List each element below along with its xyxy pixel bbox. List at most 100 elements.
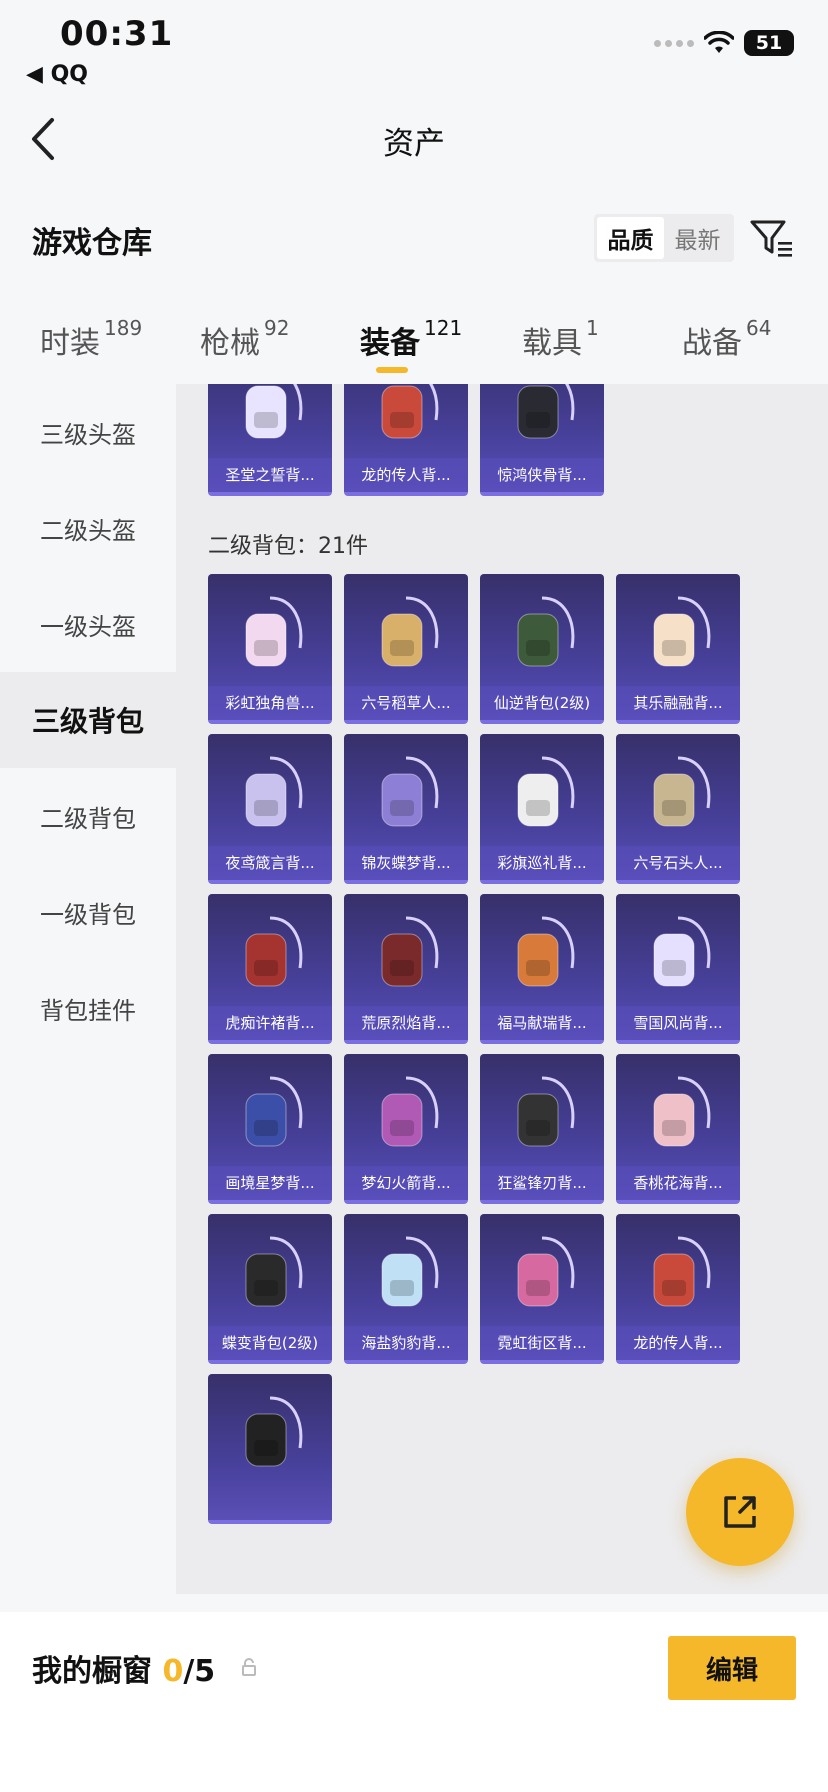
item-card[interactable]: 仙逆背包(2级) [480,574,604,724]
navbar: 资产 [0,100,828,180]
tab-label: 战备 [682,326,742,361]
item-card[interactable]: 其乐融融背... [616,574,740,724]
backpack-icon [381,1076,439,1147]
item-card[interactable]: 圣堂之誓背... [208,384,332,496]
tab-fashion[interactable]: 时装 189 [40,316,143,362]
tab-count: 64 [746,316,772,340]
backpack-icon [517,756,575,827]
item-card-name: 荒原烈焰背... [344,1006,468,1040]
sidebar-item-level3-backpack[interactable]: 三级背包 [0,672,176,768]
backpack-icon [517,1236,575,1307]
tab-vehicles[interactable]: 载具 1 [522,316,599,362]
warehouse-title: 游戏仓库 [32,226,152,261]
item-card[interactable]: 彩虹独角兽... [208,574,332,724]
category-tabs: 时装 189 枪械 92 装备 121 载具 1 战备 64 [0,312,828,382]
showcase-title: 我的橱窗 0/5 [32,1646,215,1690]
back-to-app-link[interactable]: ◀ QQ [26,62,88,87]
backpack-icon [653,1076,711,1147]
item-card-name: 福马献瑞背... [480,1006,604,1040]
item-card[interactable]: 海盐豹豹背... [344,1214,468,1364]
item-card-name: 梦幻火箭背... [344,1166,468,1200]
item-card-name: 彩旗巡礼背... [480,846,604,880]
tab-label: 载具 [522,326,582,361]
sidebar-item-level3-helmet[interactable]: 三级头盔 [0,384,176,480]
backpack-icon [517,596,575,667]
signal-icon [654,39,694,47]
item-card-name: 画境星梦背... [208,1166,332,1200]
backpack-icon [517,916,575,987]
item-card-name: 仙逆背包(2级) [480,686,604,720]
item-card[interactable] [208,1374,332,1524]
item-card[interactable]: 六号石头人... [616,734,740,884]
item-card-name: 六号稻草人... [344,686,468,720]
tab-label: 枪械 [200,326,260,361]
backpack-icon [653,1236,711,1307]
item-card-name: 霓虹街区背... [480,1326,604,1360]
backpack-icon [245,916,303,987]
tab-count: 189 [104,316,143,340]
tab-gear[interactable]: 战备 64 [682,316,772,362]
item-card-name: 香桃花海背... [616,1166,740,1200]
item-card-name: 雪国风尚背... [616,1006,740,1040]
item-card[interactable]: 荒原烈焰背... [344,894,468,1044]
page-title: 资产 [383,126,445,162]
tab-equipment[interactable]: 装备 121 [360,316,462,362]
item-card[interactable]: 霓虹街区背... [480,1214,604,1364]
sidebar-item-level2-backpack[interactable]: 二级背包 [0,768,176,864]
sidebar-item-backpack-charm[interactable]: 背包挂件 [0,960,176,1056]
showcase-label: 我的橱窗 [32,1654,152,1689]
item-card[interactable]: 狂鲨锋刃背... [480,1054,604,1204]
item-card-name: 锦灰蝶梦背... [344,846,468,880]
item-card[interactable]: 龙的传人背... [344,384,468,496]
item-card-name: 其乐融融背... [616,686,740,720]
backpack-icon [653,916,711,987]
filter-icon[interactable] [748,216,796,260]
sidebar: 三级头盔 二级头盔 一级头盔 三级背包 二级背包 一级背包 背包挂件 [0,384,176,1594]
item-card[interactable]: 蝶变背包(2级) [208,1214,332,1364]
sidebar-item-level1-helmet[interactable]: 一级头盔 [0,576,176,672]
item-card-name: 彩虹独角兽... [208,686,332,720]
item-card[interactable]: 夜鸢箴言背... [208,734,332,884]
item-card[interactable]: 虎痴许褚背... [208,894,332,1044]
share-icon [724,1496,756,1528]
edit-button[interactable]: 编辑 [668,1636,796,1700]
active-tab-indicator [376,367,408,373]
backpack-icon [653,756,711,827]
sidebar-item-level2-helmet[interactable]: 二级头盔 [0,480,176,576]
tab-label: 装备 [360,326,420,361]
item-card[interactable]: 龙的传人背... [616,1214,740,1364]
showcase-total-count: /5 [183,1654,216,1689]
tab-count: 1 [586,316,599,340]
showcase-bar: 我的橱窗 0/5 编辑 [0,1612,828,1792]
tab-firearms[interactable]: 枪械 92 [200,316,289,362]
item-card-name: 海盐豹豹背... [344,1326,468,1360]
lock-icon [242,1658,256,1676]
item-card-name: 六号石头人... [616,846,740,880]
backpack-icon [245,1236,303,1307]
backpack-icon [245,1396,303,1467]
item-card[interactable]: 六号稻草人... [344,574,468,724]
item-card[interactable]: 锦灰蝶梦背... [344,734,468,884]
backpack-icon [653,596,711,667]
sort-newest-option[interactable]: 最新 [664,217,731,259]
item-card[interactable]: 雪国风尚背... [616,894,740,1044]
item-card[interactable]: 画境星梦背... [208,1054,332,1204]
item-card[interactable]: 惊鸿侠骨背... [480,384,604,496]
item-card-name: 虎痴许褚背... [208,1006,332,1040]
section-label: 二级背包：21件 [208,534,368,559]
showcase-current-count: 0 [162,1654,184,1689]
share-button[interactable] [686,1458,794,1566]
item-card[interactable]: 香桃花海背... [616,1054,740,1204]
item-card-name: 惊鸿侠骨背... [480,458,604,492]
item-card[interactable]: 福马献瑞背... [480,894,604,1044]
tab-label: 时装 [40,326,100,361]
item-card[interactable]: 彩旗巡礼背... [480,734,604,884]
item-card-name: 龙的传人背... [344,458,468,492]
item-card[interactable]: 梦幻火箭背... [344,1054,468,1204]
sort-quality-option[interactable]: 品质 [597,217,664,259]
backpack-icon [381,1236,439,1307]
item-card-name: 狂鲨锋刃背... [480,1166,604,1200]
sidebar-item-level1-backpack[interactable]: 一级背包 [0,864,176,960]
warehouse-header: 游戏仓库 品质 最新 [0,210,828,270]
backpack-icon [381,756,439,827]
